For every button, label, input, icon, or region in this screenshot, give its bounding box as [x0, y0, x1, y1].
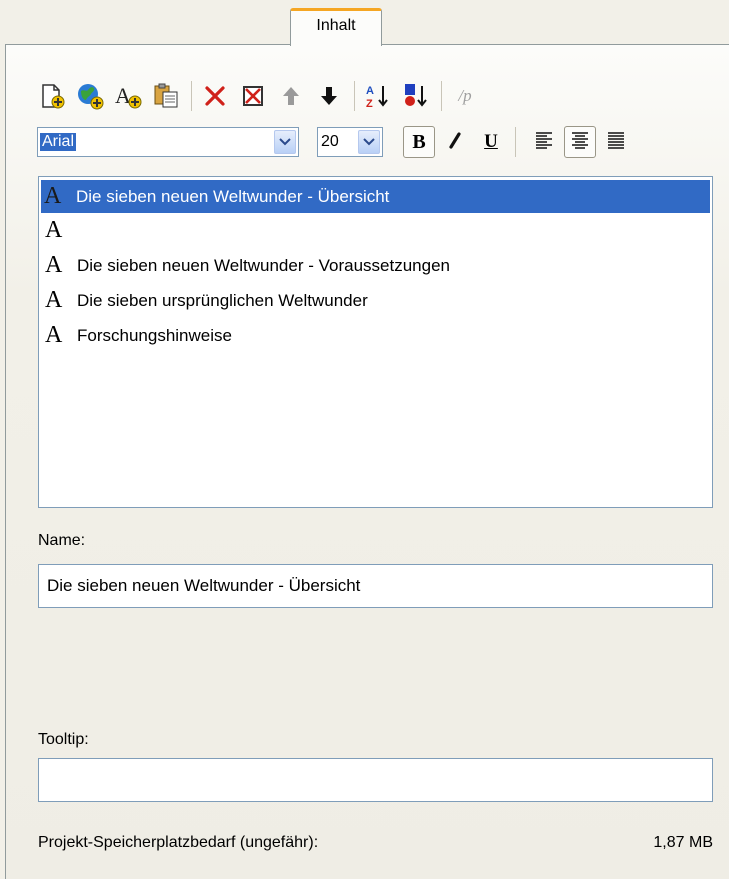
bold-button[interactable]: B [403, 126, 435, 158]
new-page-icon [39, 83, 65, 109]
tooltip-label: Tooltip: [38, 731, 89, 748]
arrow-down-icon [318, 84, 340, 108]
tab-inhalt[interactable]: Inhalt [290, 8, 382, 46]
font-add-icon: A [114, 82, 142, 110]
list-item-label: Die sieben neuen Weltwunder - Übersicht [76, 186, 390, 206]
delete-all-icon [241, 84, 265, 108]
font-icon: A [45, 322, 63, 348]
globe-add-icon [76, 82, 104, 110]
paste-button[interactable] [151, 81, 181, 111]
delete-button[interactable] [200, 81, 230, 111]
storage-value: 1,87 MB [653, 834, 713, 851]
paragraph-button[interactable]: /p [450, 81, 480, 111]
add-font-button[interactable]: A [113, 81, 143, 111]
svg-text:Z: Z [366, 98, 373, 110]
tooltip-field[interactable] [38, 758, 713, 802]
list-item[interactable]: A [39, 213, 712, 248]
paragraph-icon: /p [458, 86, 472, 105]
font-family-value: Arial [40, 133, 77, 151]
new-page-button[interactable] [37, 81, 67, 111]
chevron-down-icon[interactable] [358, 130, 380, 154]
list-item[interactable]: A Die sieben ursprünglichen Weltwunder [39, 283, 712, 318]
list-item-label: Forschungshinweise [77, 325, 232, 345]
sort-az-button[interactable]: A Z [363, 81, 393, 111]
font-size-value: 20 [321, 133, 339, 150]
delete-icon [203, 84, 227, 108]
font-icon: A [45, 287, 63, 313]
align-left-button[interactable] [528, 126, 560, 158]
align-center-button[interactable] [564, 126, 596, 158]
italic-button[interactable] [439, 126, 471, 158]
font-icon: A [44, 183, 62, 209]
format-toolbar: Arial 20 B U [37, 124, 632, 160]
sort-color-button[interactable] [401, 81, 431, 111]
sort-az-icon: A Z [365, 82, 391, 110]
font-icon: A [45, 217, 63, 243]
list-item[interactable]: A Die sieben neuen Weltwunder - Vorausse… [39, 248, 712, 283]
paste-icon [152, 82, 180, 110]
toolbar-separator [191, 81, 192, 111]
toolbar-separator [441, 81, 442, 111]
toolbar-separator [354, 81, 355, 111]
sort-color-icon [403, 82, 429, 110]
font-size-select[interactable]: 20 [317, 127, 383, 157]
bold-icon: B [412, 130, 426, 153]
page-list[interactable]: A Die sieben neuen Weltwunder - Übersich… [38, 176, 713, 508]
storage-label: Projekt-Speicherplatzbedarf (ungefähr): [38, 834, 319, 851]
align-center-icon [570, 131, 590, 154]
add-web-button[interactable] [75, 81, 105, 111]
align-justify-icon [606, 131, 626, 154]
toolbar-separator [515, 127, 516, 157]
underline-button[interactable]: U [475, 126, 507, 158]
move-up-button[interactable] [276, 81, 306, 111]
chevron-down-icon[interactable] [274, 130, 296, 154]
name-label: Name: [38, 532, 86, 549]
main-toolbar: A A Z /p [37, 78, 488, 114]
list-item[interactable]: A Die sieben neuen Weltwunder - Übersich… [41, 180, 710, 213]
list-item-label: Die sieben neuen Weltwunder - Voraussetz… [77, 255, 450, 275]
underline-icon: U [484, 131, 498, 152]
list-item-label: Die sieben ursprünglichen Weltwunder [77, 290, 368, 310]
align-left-icon [534, 131, 554, 154]
italic-icon [445, 130, 465, 155]
delete-all-button[interactable] [238, 81, 268, 111]
name-field[interactable] [38, 564, 713, 608]
move-down-button[interactable] [314, 81, 344, 111]
font-family-select[interactable]: Arial [37, 127, 299, 157]
svg-text:A: A [366, 85, 374, 97]
list-item[interactable]: A Forschungshinweise [39, 318, 712, 353]
align-justify-button[interactable] [600, 126, 632, 158]
arrow-up-icon [280, 84, 302, 108]
font-icon: A [45, 252, 63, 278]
svg-text:A: A [115, 83, 131, 108]
